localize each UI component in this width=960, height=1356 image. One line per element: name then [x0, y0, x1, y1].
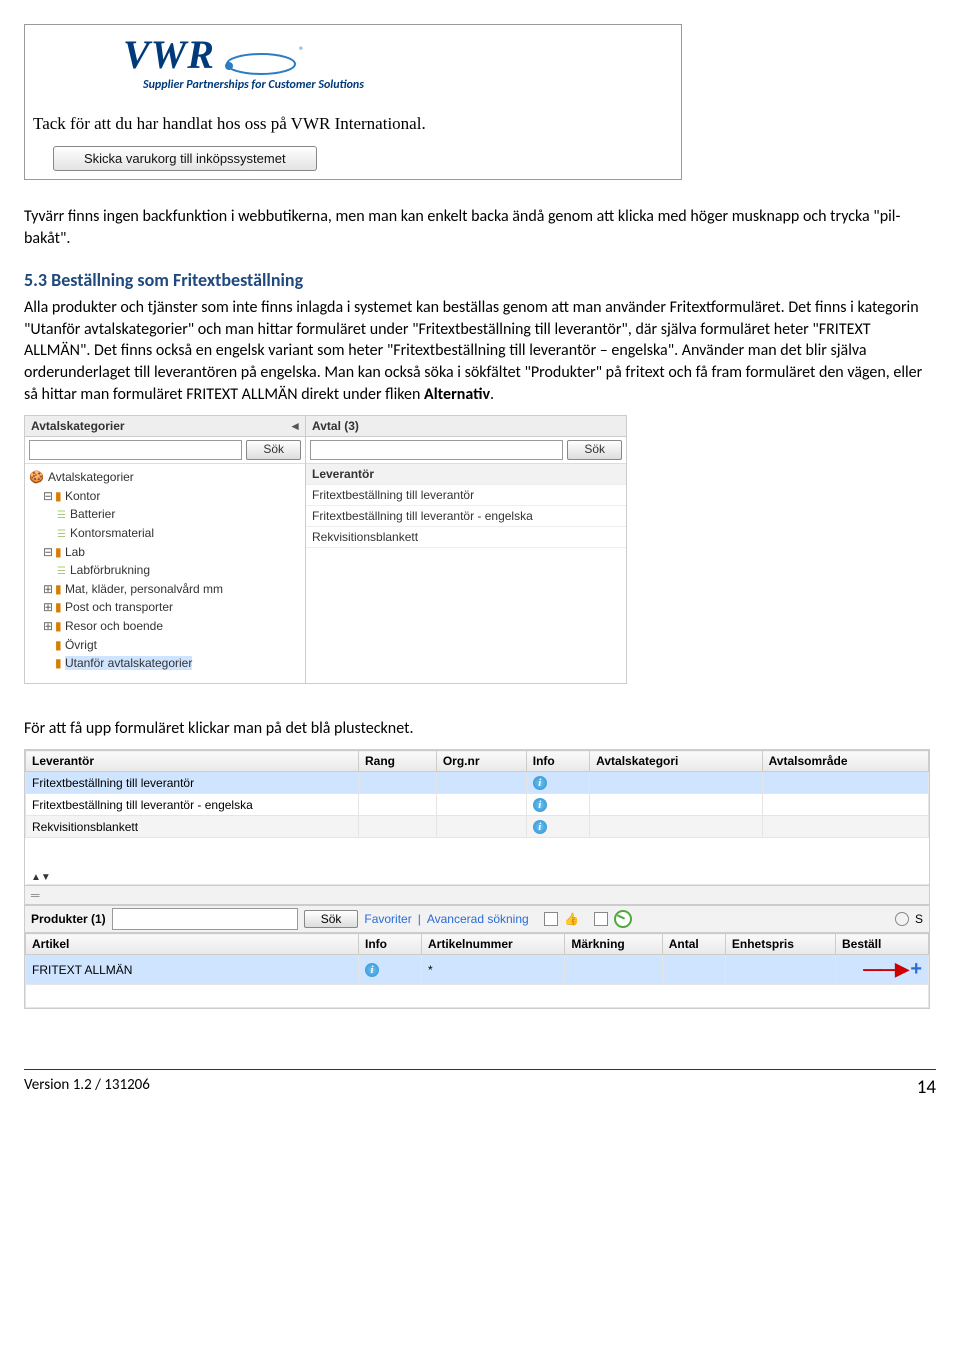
category-search-button[interactable]: Sök: [246, 440, 301, 460]
lev-row-0[interactable]: Fritextbeställning till leverantör: [306, 485, 626, 506]
send-cart-button[interactable]: Skicka varukorg till inköpssystemet: [53, 146, 317, 171]
footer-page-number: 14: [917, 1076, 936, 1099]
col-bestall[interactable]: Beställ: [836, 934, 929, 955]
produkter-search-button[interactable]: Sök: [304, 910, 359, 928]
col-rang[interactable]: Rang: [359, 751, 437, 772]
avtal-search-button[interactable]: Sök: [567, 440, 622, 460]
favoriter-link[interactable]: Favoriter: [364, 912, 411, 926]
supplier-row-1[interactable]: Fritextbeställning till leverantör - eng…: [26, 794, 929, 816]
category-search-input[interactable]: [29, 440, 242, 460]
footer-version: Version 1.2 / 131206: [24, 1076, 150, 1099]
col-info[interactable]: Info: [526, 751, 589, 772]
checkbox-1[interactable]: [544, 912, 558, 926]
avancerad-link[interactable]: Avancerad sökning: [427, 912, 529, 926]
info-icon[interactable]: i: [365, 963, 379, 977]
lev-row-1[interactable]: Fritextbeställning till leverantör - eng…: [306, 506, 626, 527]
sort-arrows-icon[interactable]: ▲▼: [31, 872, 51, 883]
tree-post[interactable]: Post och transporter: [65, 600, 173, 614]
col-avtalsomrade[interactable]: Avtalsområde: [762, 751, 928, 772]
lev-row-2[interactable]: Rekvisitionsblankett: [306, 527, 626, 548]
section-heading: 5.3 Beställning som Fritextbeställning: [24, 269, 936, 291]
tree-root[interactable]: Avtalskategorier: [29, 470, 134, 484]
green-check-icon: [614, 910, 632, 928]
checkbox-2[interactable]: [594, 912, 608, 926]
product-row[interactable]: FRITEXT ALLMÄN i * ——▶ +: [26, 955, 929, 985]
col-leverantor[interactable]: Leverantör: [26, 751, 359, 772]
tree-kontor[interactable]: Kontor: [65, 489, 100, 503]
paragraph-plustecken: För att få upp formuläret klickar man på…: [24, 718, 936, 740]
tree-utanfor-selected[interactable]: Utanför avtalskategorier: [65, 656, 192, 670]
supplier-row-0[interactable]: Fritextbeställning till leverantör i: [26, 772, 929, 794]
tree-kontorsmaterial[interactable]: Kontorsmaterial: [29, 524, 301, 543]
tree-mat[interactable]: Mat, kläder, personalvård mm: [65, 582, 223, 596]
col-markning[interactable]: Märkning: [565, 934, 662, 955]
collapse-left-icon[interactable]: ◄: [289, 419, 301, 433]
col-enhetspris[interactable]: Enhetspris: [725, 934, 835, 955]
col-avtalskategori[interactable]: Avtalskategori: [590, 751, 762, 772]
col-antal[interactable]: Antal: [662, 934, 725, 955]
tree-labforbrukning[interactable]: Labförbrukning: [29, 561, 301, 580]
info-icon[interactable]: i: [533, 798, 547, 812]
leverantor-column-header: Leverantör: [306, 464, 626, 485]
supplier-row-2[interactable]: Rekvisitionsblankett i: [26, 816, 929, 838]
tree-ovrigt[interactable]: Övrigt: [65, 638, 97, 652]
s-label: S: [915, 912, 923, 926]
vwr-orbit-icon: ®: [221, 44, 311, 78]
col-info2[interactable]: Info: [359, 934, 422, 955]
produkter-header: Produkter (1): [31, 912, 106, 926]
avtal-search-input[interactable]: [310, 440, 563, 460]
add-plus-button[interactable]: +: [910, 958, 922, 980]
suppliers-screenshot: Leverantör Rang Org.nr Info Avtalskatego…: [24, 749, 930, 1009]
product-artikel: FRITEXT ALLMÄN: [26, 955, 359, 985]
vwr-thank-you-message: Tack för att du har handlat hos oss på V…: [33, 114, 673, 134]
page-footer: Version 1.2 / 131206 14: [24, 1069, 936, 1105]
product-artnr: *: [422, 955, 565, 985]
col-orgnr[interactable]: Org.nr: [436, 751, 526, 772]
paragraph-backfunktion: Tyvärr finns ingen backfunktion i webbut…: [24, 206, 936, 249]
produkter-search-input[interactable]: [112, 908, 298, 930]
category-tree: Avtalskategorier ⊟▮ Kontor Batterier Kon…: [25, 464, 305, 683]
categories-screenshot: Avtalskategorier ◄ Sök Avtalskategorier …: [24, 415, 627, 684]
col-artnr[interactable]: Artikelnummer: [422, 934, 565, 955]
paragraph-fritext: Alla produkter och tjänster som inte fin…: [24, 297, 936, 405]
red-arrow-icon: ——▶: [863, 959, 907, 979]
info-icon[interactable]: i: [533, 820, 547, 834]
vwr-logo: VWR ®: [33, 27, 673, 80]
radio-s[interactable]: [895, 912, 909, 926]
svg-text:®: ®: [299, 44, 304, 57]
vwr-screenshot: VWR ® Supplier Partnerships for Customer…: [24, 24, 682, 180]
avtal-header: Avtal (3): [312, 419, 359, 433]
vwr-logo-text: VWR: [123, 31, 215, 78]
col-artikel[interactable]: Artikel: [26, 934, 359, 955]
info-icon[interactable]: i: [533, 776, 547, 790]
tree-lab[interactable]: Lab: [65, 545, 85, 559]
avtalskategorier-header: Avtalskategorier: [31, 419, 125, 433]
tree-resor[interactable]: Resor och boende: [65, 619, 163, 633]
thumb-icon: 👍: [564, 912, 579, 926]
vwr-tagline: Supplier Partnerships for Customer Solut…: [33, 78, 673, 92]
tree-batterier[interactable]: Batterier: [29, 505, 301, 524]
